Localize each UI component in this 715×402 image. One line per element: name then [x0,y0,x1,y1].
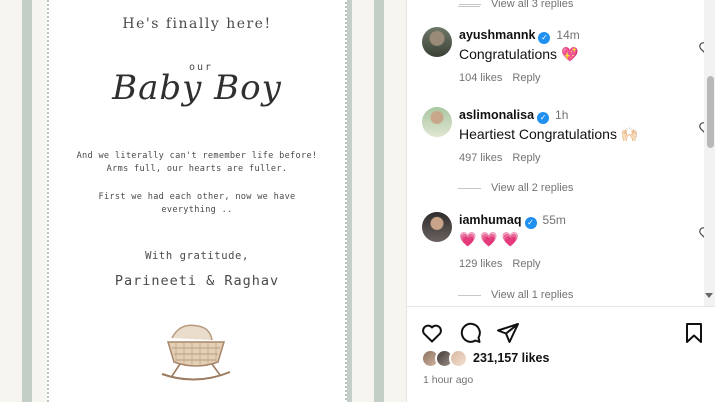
view-replies-link[interactable]: View all 1 replies [491,289,573,301]
likes-count[interactable]: 231,157 likes [473,351,549,365]
comments-panel[interactable]: View all 3 replies ayushmannk ✓ 14m Congra… [407,0,715,312]
body-text-1: And we literally can't remember life bef… [47,150,347,176]
baby-boy-title: Baby Boy [112,68,282,108]
comment-meta: 129 likes Reply [459,258,541,270]
comment-meta: 104 likes Reply [459,72,541,84]
post-time[interactable]: 1 hour ago [423,374,473,386]
body-line-1: And we literally can't remember life bef… [76,151,318,161]
comment-time[interactable]: 1h [555,108,568,122]
scroll-down-arrow-icon[interactable] [705,293,713,298]
avatar[interactable] [422,107,452,137]
comment-username[interactable]: aslimonalisa [459,108,534,122]
comment-likes[interactable]: 497 likes [459,152,502,164]
body-line-3: First we had each other, now we have eve… [98,192,296,215]
view-replies-link[interactable]: View all 3 replies [491,0,573,10]
reply-button[interactable]: Reply [512,258,540,270]
verified-badge-icon: ✓ [537,112,550,124]
names-text: Parineeti & Raghav [114,273,280,289]
post-image[interactable]: He's finally here! our Baby Boy And we l… [0,0,406,402]
comment-icon[interactable] [458,321,482,345]
reply-button[interactable]: Reply [512,72,540,84]
comment-text: 💗 💗 💗 [459,231,520,247]
comment-likes[interactable]: 129 likes [459,258,502,270]
view-replies-link[interactable]: View all 2 replies [491,182,573,194]
replies-line [458,6,480,7]
comment-text: Congratulations 💖 [459,46,579,62]
avatar [449,349,468,368]
baby-cradle-icon [161,324,231,381]
reply-button[interactable]: Reply [512,152,540,164]
comment-username[interactable]: ayushmannk [459,28,535,42]
comment-time[interactable]: 55m [543,213,566,227]
comment-header: iamhumaq ✓ 55m [459,213,566,229]
heart-icon[interactable] [420,321,444,345]
send-icon[interactable] [496,321,520,345]
comment-likes[interactable]: 104 likes [459,72,502,84]
avatar[interactable] [422,212,452,242]
bookmark-icon[interactable] [682,321,706,345]
post-actions: 231,157 likes 1 hour ago [407,307,715,402]
comment-username[interactable]: iamhumaq [459,213,522,227]
verified-badge-icon: ✓ [524,217,537,229]
gratitude-text: With gratitude, [145,250,249,262]
headline: He's finally here! [122,16,272,32]
comments-scrollbar[interactable] [704,0,715,306]
body-line-2: Arms full, our hearts are fuller. [106,164,288,174]
comment-header: ayushmannk ✓ 14m [459,28,580,44]
comment-time[interactable]: 14m [556,28,579,42]
scrollbar-thumb[interactable] [707,76,714,148]
comment-header: aslimonalisa ✓ 1h [459,108,568,124]
avatar[interactable] [422,27,452,57]
comment-meta: 497 likes Reply [459,152,541,164]
verified-badge-icon: ✓ [538,32,551,44]
comment-text: Heartiest Congratulations 🙌🏻 [459,126,639,142]
